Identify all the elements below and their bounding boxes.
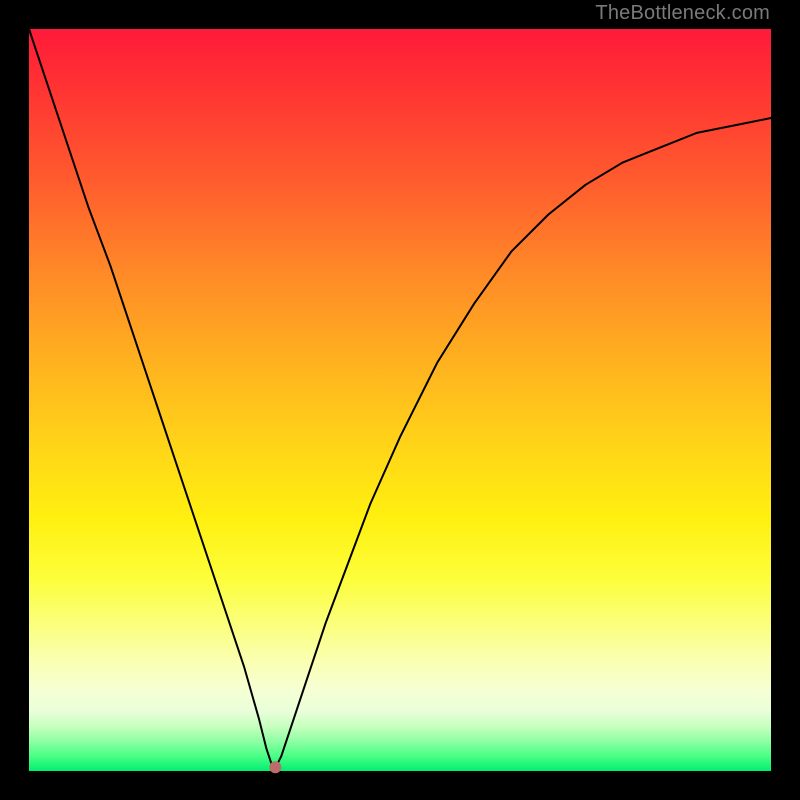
plot-area <box>29 29 771 771</box>
curve-path <box>29 29 771 771</box>
chart-frame: TheBottleneck.com <box>0 0 800 800</box>
bottleneck-curve <box>29 29 771 771</box>
minimum-marker <box>269 761 281 773</box>
watermark-text: TheBottleneck.com <box>595 2 770 25</box>
